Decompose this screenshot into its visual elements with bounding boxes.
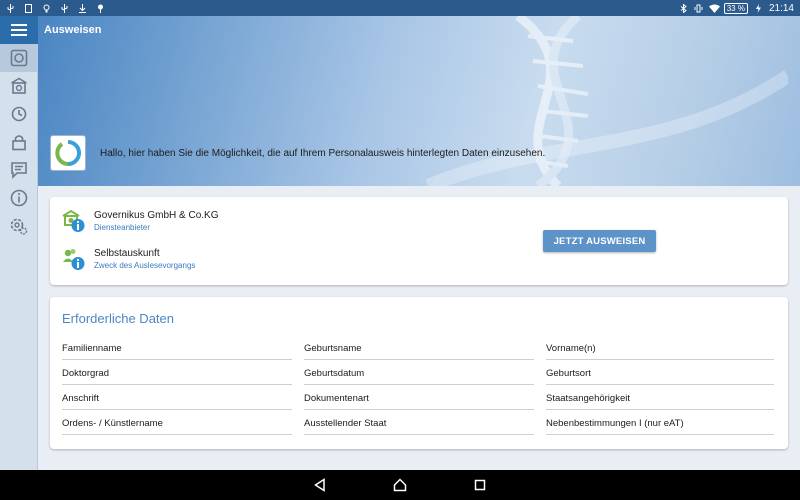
building-icon — [11, 77, 27, 94]
back-button[interactable] — [310, 475, 330, 495]
required-data-grid: Familienname Geburtsname Vorname(n) Dokt… — [62, 335, 774, 435]
purpose-name: Selbstauskunft — [94, 248, 160, 259]
menu-icon-bar — [11, 34, 27, 36]
provider-caption: Diensteanbieter — [94, 223, 151, 232]
ausweisapp-logo-icon — [55, 140, 81, 166]
usb-icon — [6, 3, 15, 13]
intro-row: Hallo, hier haben Sie die Möglichkeit, d… — [50, 135, 545, 171]
data-field: Ausstellender Staat — [304, 410, 534, 435]
lock-icon — [12, 135, 26, 151]
id-card-icon — [10, 49, 28, 67]
purpose-entry[interactable]: Selbstauskunft Zweck des Auslesevorgangs — [62, 247, 195, 271]
sidebar-item-identify[interactable] — [0, 44, 38, 72]
data-field: Staatsangehörigkeit — [546, 385, 774, 410]
data-field: Familienname — [62, 335, 292, 360]
header-banner: Ausweisen Hallo, hier haben Sie die Mögl… — [38, 16, 800, 186]
data-field: Nebenbestimmungen I (nur eAT) — [546, 410, 774, 435]
page-title: Ausweisen — [44, 24, 102, 36]
sidebar-item-history[interactable] — [0, 100, 38, 128]
sidebar-item-info[interactable] — [0, 184, 38, 212]
vibrate-icon — [694, 4, 703, 13]
app-logo — [50, 135, 86, 171]
sidebar — [0, 16, 38, 470]
system-nav-bar — [0, 470, 800, 500]
data-field: Geburtsname — [304, 335, 534, 360]
provider-icon — [62, 209, 86, 233]
section-title: Erforderliche Daten — [62, 311, 174, 326]
intro-text: Hallo, hier haben Sie die Möglichkeit, d… — [100, 147, 546, 159]
recents-icon — [474, 479, 486, 491]
recents-button[interactable] — [470, 475, 490, 495]
sidebar-item-provider[interactable] — [0, 72, 38, 100]
clock: 21:14 — [768, 2, 794, 14]
sidebar-item-feedback[interactable] — [0, 156, 38, 184]
wifi-icon — [708, 4, 720, 13]
status-bar: 33 % 21:14 — [0, 0, 800, 16]
data-field: Vorname(n) — [546, 335, 774, 360]
lightbulb-icon — [42, 4, 51, 13]
pin-icon — [96, 4, 105, 13]
purpose-icon — [62, 247, 86, 271]
settings-icon — [10, 218, 28, 235]
data-field: Geburtsdatum — [304, 360, 534, 385]
back-icon — [314, 478, 325, 492]
provider-card: Governikus GmbH & Co.KG Diensteanbieter … — [50, 197, 788, 285]
bluetooth-icon — [679, 2, 688, 14]
battery-indicator: 33 % — [723, 2, 748, 14]
sidebar-item-settings[interactable] — [0, 212, 38, 240]
home-button[interactable] — [390, 475, 410, 495]
sim-icon — [24, 3, 33, 13]
provider-entry[interactable]: Governikus GmbH & Co.KG Diensteanbieter — [62, 209, 218, 233]
home-icon — [393, 478, 407, 492]
menu-icon-bar — [11, 29, 27, 31]
purpose-caption: Zweck des Auslesevorgangs — [94, 261, 196, 270]
required-data-card: Erforderliche Daten Familienname Geburts… — [50, 297, 788, 449]
usb-icon — [60, 3, 69, 13]
message-icon — [11, 162, 27, 179]
data-field: Ordens- / Künstlername — [62, 410, 292, 435]
data-field: Geburtsort — [546, 360, 774, 385]
data-field: Anschrift — [62, 385, 292, 410]
identify-now-button[interactable]: JETZT AUSWEISEN — [543, 230, 656, 252]
menu-button[interactable] — [0, 16, 38, 44]
info-icon — [10, 189, 28, 207]
charging-icon — [754, 3, 763, 13]
menu-icon-bar — [11, 24, 27, 26]
download-icon — [78, 3, 87, 13]
provider-name: Governikus GmbH & Co.KG — [94, 210, 219, 221]
sidebar-item-pin[interactable] — [0, 128, 38, 156]
data-field: Doktorgrad — [62, 360, 292, 385]
data-field: Dokumentenart — [304, 385, 534, 410]
history-icon — [11, 106, 27, 122]
